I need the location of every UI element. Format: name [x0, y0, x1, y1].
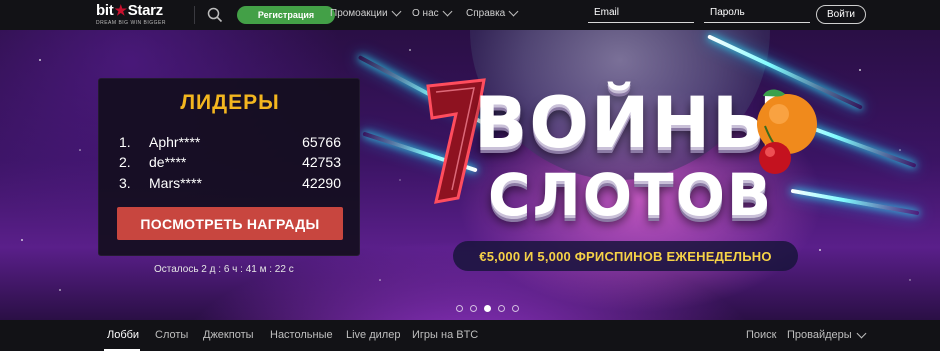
logo-tagline: DREAM BIG WIN BIGGER	[96, 20, 167, 26]
chevron-down-icon	[442, 6, 453, 17]
nav-promotions[interactable]: Промоакции	[330, 6, 402, 19]
leader-rank: 3.	[119, 175, 131, 191]
carousel-dot[interactable]	[470, 305, 477, 312]
leader-score: 42290	[302, 175, 341, 191]
leader-row: 1. Aphr**** 65766	[119, 134, 341, 154]
promo-title-line2: СЛОТОВ	[488, 161, 774, 229]
leader-row: 2. de**** 42753	[119, 154, 341, 174]
hero-banner[interactable]: ВОЙНЫ СЛОТОВ €5,000 И 5,000 ФРИСПИНОВ ЕЖ…	[0, 30, 940, 320]
nav-help[interactable]: Справка	[466, 6, 519, 19]
star-icon: ★	[114, 2, 127, 18]
leader-name: Aphr****	[149, 134, 201, 150]
providers-dropdown[interactable]: Провайдеры	[787, 328, 867, 341]
leader-rank: 2.	[119, 154, 131, 170]
search-icon[interactable]	[207, 7, 223, 23]
category-search[interactable]: Поиск	[746, 329, 776, 341]
email-placeholder: Email	[594, 7, 620, 18]
tab-jackpots[interactable]: Джекпоты	[203, 329, 254, 341]
email-field[interactable]: Email	[588, 5, 694, 23]
carousel-dot-active[interactable]	[484, 305, 491, 312]
tournament-timer: Осталось 2 д : 6 ч : 41 м : 22 с	[154, 264, 294, 275]
view-rewards-button[interactable]: ПОСМОТРЕТЬ НАГРАДЫ	[117, 207, 343, 240]
tab-slots[interactable]: Слоты	[155, 329, 188, 341]
password-placeholder: Пароль	[710, 7, 745, 18]
leader-score: 42753	[302, 154, 341, 170]
carousel-dot[interactable]	[512, 305, 519, 312]
carousel-dot[interactable]	[498, 305, 505, 312]
tab-live-dealer[interactable]: Live дилер	[346, 329, 400, 341]
promo-subtitle: €5,000 И 5,000 ФРИСПИНОВ ЕЖЕНЕДЕЛЬНО	[453, 241, 798, 271]
bitstarz-logo[interactable]: bit ★ Starz DREAM BIG WIN BIGGER	[96, 3, 186, 27]
carousel-dots	[456, 305, 519, 312]
chevron-down-icon	[508, 6, 519, 17]
leader-score: 65766	[302, 134, 341, 150]
logo-text-right: Starz	[127, 2, 163, 19]
tab-btc-games[interactable]: Игры на BTC	[412, 329, 478, 341]
tab-table-games[interactable]: Настольные	[270, 329, 333, 341]
leader-row: 3. Mars**** 42290	[119, 175, 341, 195]
password-field[interactable]: Пароль	[704, 5, 810, 23]
carousel-dot[interactable]	[456, 305, 463, 312]
providers-label: Провайдеры	[787, 329, 852, 341]
leader-rank: 1.	[119, 134, 131, 150]
leaders-title: ЛИДЕРЫ	[180, 91, 280, 114]
tab-lobby[interactable]: Лобби	[107, 329, 139, 341]
nav-help-label: Справка	[466, 8, 506, 19]
leaders-panel: ЛИДЕРЫ 1. Aphr**** 65766 2. de**** 42753…	[98, 78, 360, 256]
register-button[interactable]: Регистрация	[237, 6, 335, 24]
logo-text-left: bit	[96, 2, 114, 19]
leader-name: Mars****	[149, 175, 202, 191]
leader-name: de****	[149, 154, 187, 170]
chevron-down-icon	[856, 328, 867, 338]
fruit-icon	[757, 89, 817, 174]
nav-about[interactable]: О нас	[412, 6, 453, 19]
nav-about-label: О нас	[412, 8, 439, 19]
login-button[interactable]: Войти	[816, 5, 866, 24]
header-divider	[194, 6, 195, 24]
nav-promotions-label: Промоакции	[330, 8, 388, 19]
category-bar: Лобби Слоты Джекпоты Настольные Live дил…	[0, 320, 940, 351]
top-bar: bit ★ Starz DREAM BIG WIN BIGGER Регистр…	[0, 0, 940, 30]
chevron-down-icon	[391, 6, 402, 17]
